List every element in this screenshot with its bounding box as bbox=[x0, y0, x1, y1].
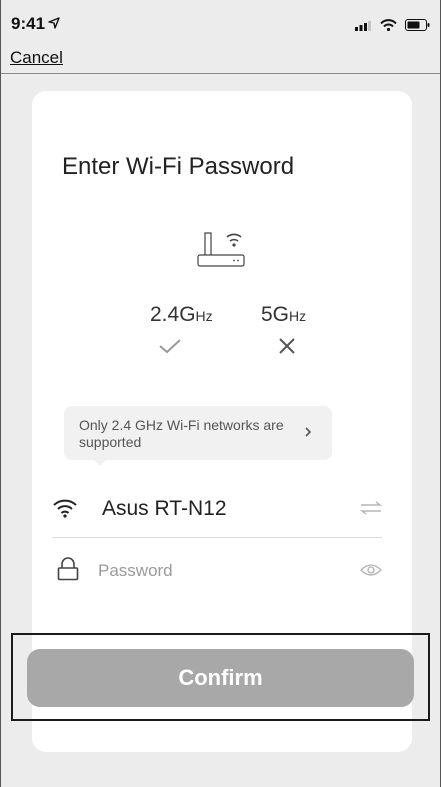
network-wifi-icon bbox=[53, 499, 77, 518]
router-icon bbox=[197, 232, 245, 267]
cellular-signal-icon bbox=[355, 21, 372, 31]
status-bar: 9:41 bbox=[1, 0, 440, 44]
field-divider bbox=[52, 537, 382, 538]
confirm-highlight-box: Confirm bbox=[11, 633, 430, 721]
tip-tail bbox=[94, 460, 106, 466]
password-input[interactable] bbox=[96, 555, 320, 587]
band-2-4ghz-label: 2.4GHz bbox=[150, 303, 213, 326]
network-name: Asus RT-N12 bbox=[102, 497, 227, 520]
chevron-right-icon bbox=[305, 427, 312, 437]
lock-icon bbox=[57, 557, 79, 581]
tip-text: Only 2.4 GHz Wi-Fi networks are supporte… bbox=[79, 417, 284, 450]
phone-screen: 9:41 Cancel Enter Wi-Fi Password 2.4GHz … bbox=[0, 0, 441, 787]
cancel-button[interactable]: Cancel bbox=[10, 48, 63, 68]
x-icon bbox=[279, 338, 295, 354]
password-row bbox=[52, 553, 382, 589]
network-row: Asus RT-N12 bbox=[52, 491, 382, 529]
page-title: Enter Wi-Fi Password bbox=[62, 153, 295, 180]
header-divider bbox=[1, 73, 440, 74]
battery-icon bbox=[405, 19, 430, 31]
status-icons bbox=[355, 18, 430, 36]
band-5ghz-label: 5GHz bbox=[261, 303, 307, 326]
confirm-button[interactable]: Confirm bbox=[27, 649, 414, 707]
checkmark-icon bbox=[159, 339, 181, 354]
wifi-icon bbox=[379, 19, 397, 32]
eye-icon[interactable] bbox=[360, 563, 382, 577]
status-time: 9:41 bbox=[11, 14, 60, 34]
switch-network-icon[interactable] bbox=[360, 501, 382, 515]
frequency-tip-button[interactable]: Only 2.4 GHz Wi-Fi networks are supporte… bbox=[64, 406, 332, 466]
location-arrow-icon bbox=[48, 17, 60, 29]
